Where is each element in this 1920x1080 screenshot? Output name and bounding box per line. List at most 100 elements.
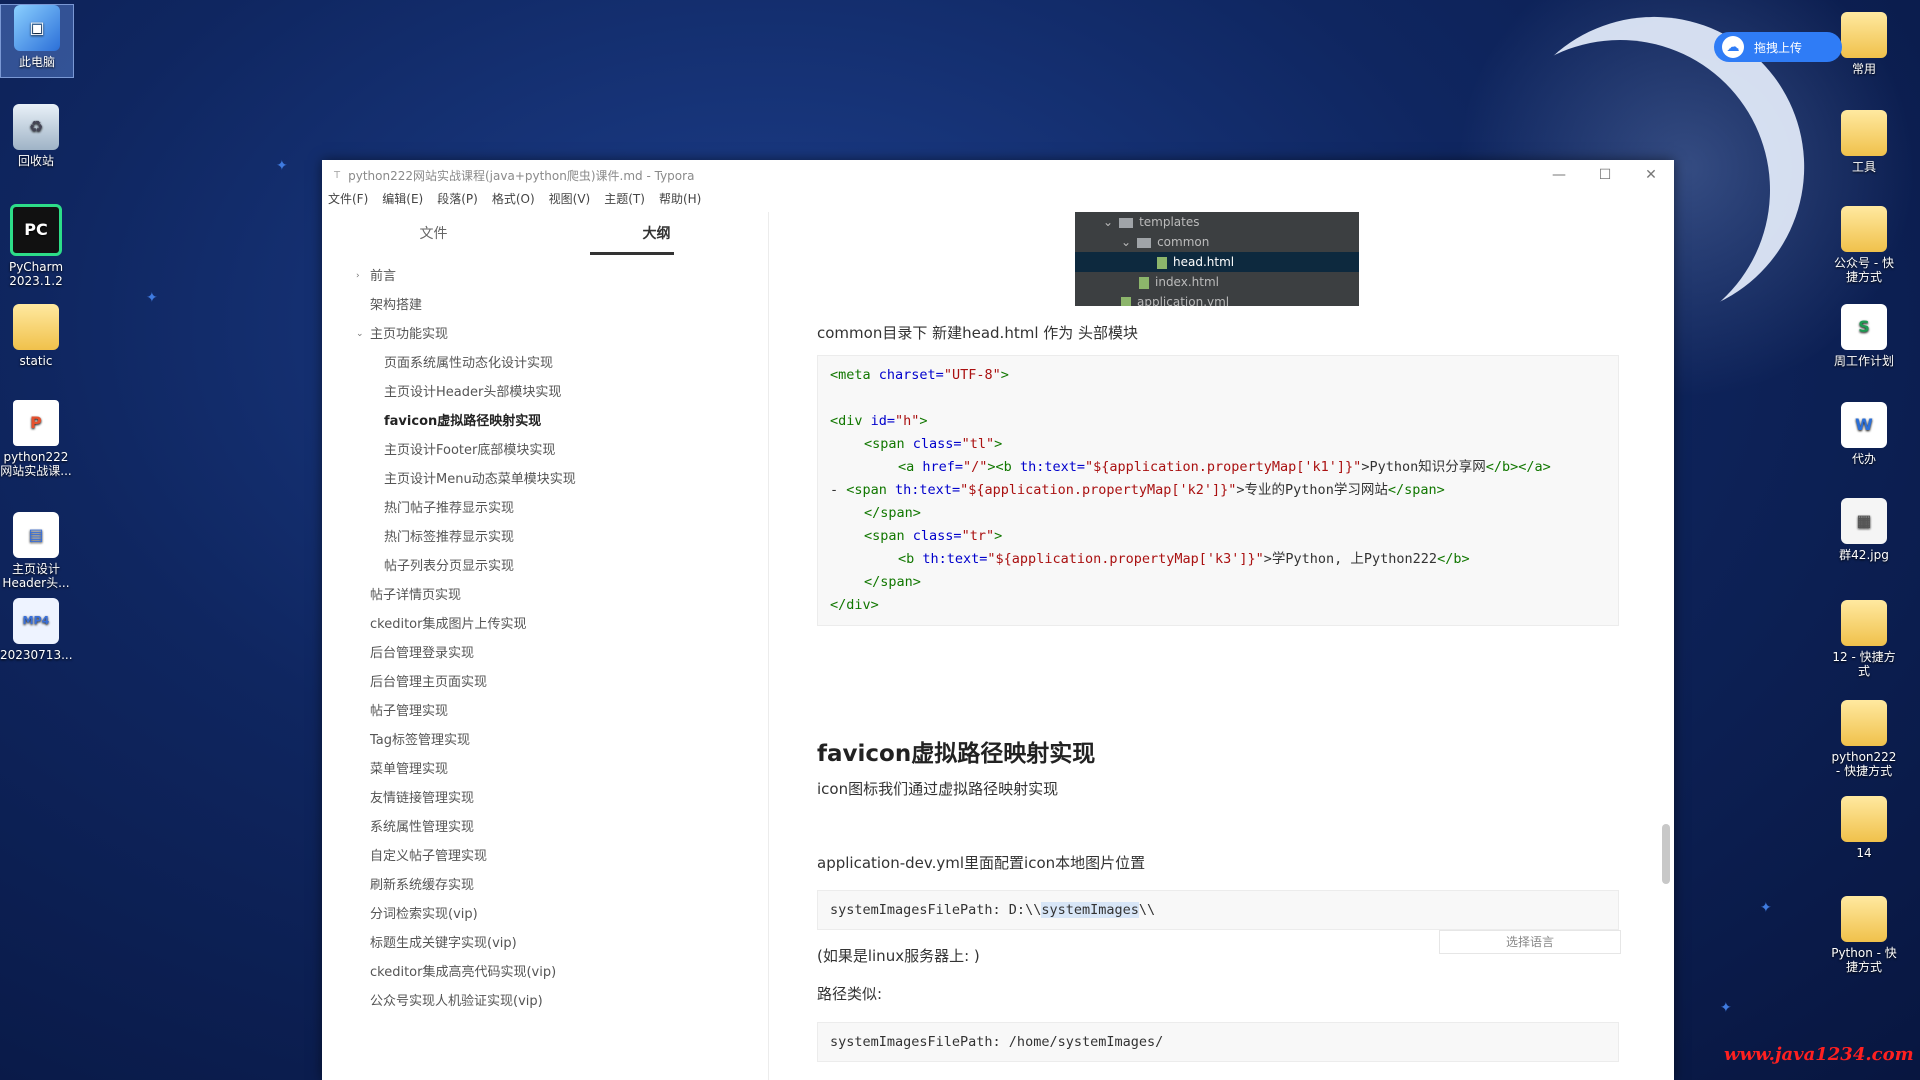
outline-item[interactable]: ⌄ 主页功能实现 [322,320,768,349]
title-bar: T python222网站实战课程(java+python爬虫)课件.md - … [322,160,1674,190]
editor-content[interactable]: ⌄ templates ⌄ common head.html index.html … [769,212,1674,1080]
desktop-icon-group-image[interactable]: ▦ 群42.jpg [1828,498,1900,562]
star: ✦ [1760,900,1772,916]
outline-item[interactable]: 热门标签推荐显示实现 [322,523,768,552]
outline-item-label: 后台管理主页面实现 [370,675,488,690]
desktop-icon-recycle-bin[interactable]: ♻ 回收站 [0,104,72,168]
word-doc-icon: W [1841,402,1887,448]
desktop-icon-ppt-file[interactable]: P python222 网站实战课... [0,400,72,478]
outline-item-label: 公众号实现人机验证实现(vip) [370,994,543,1009]
close-icon[interactable]: ✕ [1628,160,1674,190]
pycharm-icon: PC [10,204,62,256]
paragraph: common目录下 新建head.html 作为 头部模块 [817,324,1139,342]
code-block-yml-windows[interactable]: systemImagesFilePath: D:\\systemImages\\ [817,890,1619,930]
code-block-yml-linux[interactable]: systemImagesFilePath: /home/systemImages… [817,1022,1619,1062]
desktop-icon-todo[interactable]: W 代办 [1828,402,1900,466]
paragraph: (如果是linux服务器上: ) [817,947,980,965]
file-tree-image: ⌄ templates ⌄ common head.html index.html … [1075,212,1359,306]
outline-item[interactable]: Tag标签管理实现 [322,726,768,755]
outline-item-label: 热门标签推荐显示实现 [384,530,515,545]
active-tab-indicator [590,252,674,255]
desktop-icon-14[interactable]: 14 [1828,796,1900,860]
outline-item[interactable]: 帖子详情页实现 [322,581,768,610]
menu-help[interactable]: 帮助(H) [659,190,701,212]
menu-edit[interactable]: 编辑(E) [382,190,423,212]
outline-item[interactable]: 帖子管理实现 [322,697,768,726]
desktop-icon-screenshot-file[interactable]: ▤ 主页设计 Header头... [0,512,72,590]
menu-file[interactable]: 文件(F) [328,190,368,212]
outline-item[interactable]: 自定义帖子管理实现 [322,842,768,871]
desktop-icon-python[interactable]: Python - 快 捷方式 [1828,896,1900,974]
outline-list: › 前言架构搭建 ⌄ 主页功能实现页面系统属性动态化设计实现主页设计Header头部模… [322,258,768,1016]
watermark: www.java1234.com [1724,1044,1914,1065]
outline-item[interactable]: 标题生成关键字实现(vip) [322,929,768,958]
image-file-icon: ▦ [1841,498,1887,544]
outline-item[interactable]: 主页设计Header头部模块实现 [322,378,768,407]
outline-item-label: 菜单管理实现 [370,762,449,777]
menu-paragraph[interactable]: 段落(P) [437,190,478,212]
outline-item[interactable]: favicon虚拟路径映射实现 [322,407,768,436]
outline-item[interactable]: 分词检索实现(vip) [322,900,768,929]
outline-item[interactable]: 架构搭建 [322,291,768,320]
outline-item-label: 自定义帖子管理实现 [370,849,488,864]
outline-item-label: 刷新系统缓存实现 [370,878,475,893]
menu-theme[interactable]: 主题(T) [604,190,645,212]
outline-item-label: 帖子详情页实现 [370,588,462,603]
outline-item-label: 主页设计Footer底部模块实现 [384,443,556,458]
outline-item[interactable]: 后台管理登录实现 [322,639,768,668]
tab-files[interactable]: 文件 [322,212,545,258]
outline-item[interactable]: 菜单管理实现 [322,755,768,784]
outline-item[interactable]: 热门帖子推荐显示实现 [322,494,768,523]
computer-icon: ▣ [14,5,60,51]
folder-shortcut-icon [1841,12,1887,58]
outline-item[interactable]: ckeditor集成图片上传实现 [322,610,768,639]
outline-item-label: 主页设计Menu动态菜单模块实现 [384,472,576,487]
outline-item[interactable]: ckeditor集成高亮代码实现(vip) [322,958,768,987]
outline-item-label: Tag标签管理实现 [370,733,471,748]
maximize-icon[interactable]: ☐ [1582,160,1628,190]
desktop-icon-pycharm[interactable]: PC PyCharm 2023.1.2 [0,204,72,288]
outline-item-label: 主页设计Header头部模块实现 [384,385,562,400]
outline-item[interactable]: 刷新系统缓存实现 [322,871,768,900]
desktop-icon-gongzhonghao[interactable]: 公众号 - 快 捷方式 [1828,206,1900,284]
star: ✦ [276,158,288,174]
folder-icon [1841,796,1887,842]
outline-item-label: 前言 [370,269,397,284]
scrollbar-thumb[interactable] [1662,824,1670,884]
outline-item[interactable]: 公众号实现人机验证实现(vip) [322,987,768,1016]
outline-item[interactable]: › 前言 [322,262,768,291]
outline-item[interactable]: 主页设计Menu动态菜单模块实现 [322,465,768,494]
folder-icon [1137,237,1152,248]
menu-format[interactable]: 格式(O) [492,190,535,212]
menu-bar: 文件(F) 编辑(E) 段落(P) 格式(O) 视图(V) 主题(T) 帮助(H… [322,190,1674,212]
language-select[interactable]: 选择语言 [1439,930,1621,954]
file-tree-row-selected: head.html [1075,252,1359,272]
outline-item[interactable]: 友情链接管理实现 [322,784,768,813]
minimize-icon[interactable]: — [1536,160,1582,190]
desktop-icon-gongju[interactable]: 工具 [1828,110,1900,174]
drag-upload-button[interactable]: ☁ 拖拽上传 [1714,32,1842,62]
outline-item-label: 后台管理登录实现 [370,646,475,661]
desktop-icon-python222[interactable]: python222 - 快捷方式 [1828,700,1900,778]
menu-view[interactable]: 视图(V) [549,190,591,212]
desktop-icon-12[interactable]: 12 - 快捷方 式 [1828,600,1900,678]
cloud-icon: ☁ [1722,36,1744,58]
desktop-icon-mp4-file[interactable]: MP4 20230713... [0,598,73,662]
outline-item[interactable]: 后台管理主页面实现 [322,668,768,697]
desktop-icon-weekly-plan[interactable]: S 周工作计划 [1828,304,1900,368]
desktop-icon-static-folder[interactable]: static [0,304,72,368]
outline-item[interactable]: 帖子列表分页显示实现 [322,552,768,581]
outline-item[interactable]: 主页设计Footer底部模块实现 [322,436,768,465]
chevron-right-icon[interactable]: › [356,262,360,291]
outline-item-label: 友情链接管理实现 [370,791,475,806]
outline-item-label: ckeditor集成高亮代码实现(vip) [370,965,557,980]
outline-item[interactable]: 系统属性管理实现 [322,813,768,842]
outline-item[interactable]: 页面系统属性动态化设计实现 [322,349,768,378]
outline-item-label: ckeditor集成图片上传实现 [370,617,527,632]
screenshot-file-icon: ▤ [13,512,59,558]
typora-window: T python222网站实战课程(java+python爬虫)课件.md - … [322,160,1674,1080]
desktop-icon-this-pc[interactable]: ▣ 此电脑 [0,4,74,78]
code-block-html[interactable]: <meta charset="UTF-8"> <div id="h"> <spa… [817,355,1619,626]
outline-item-label: 主页功能实现 [370,327,449,342]
chevron-down-icon[interactable]: ⌄ [356,320,364,349]
